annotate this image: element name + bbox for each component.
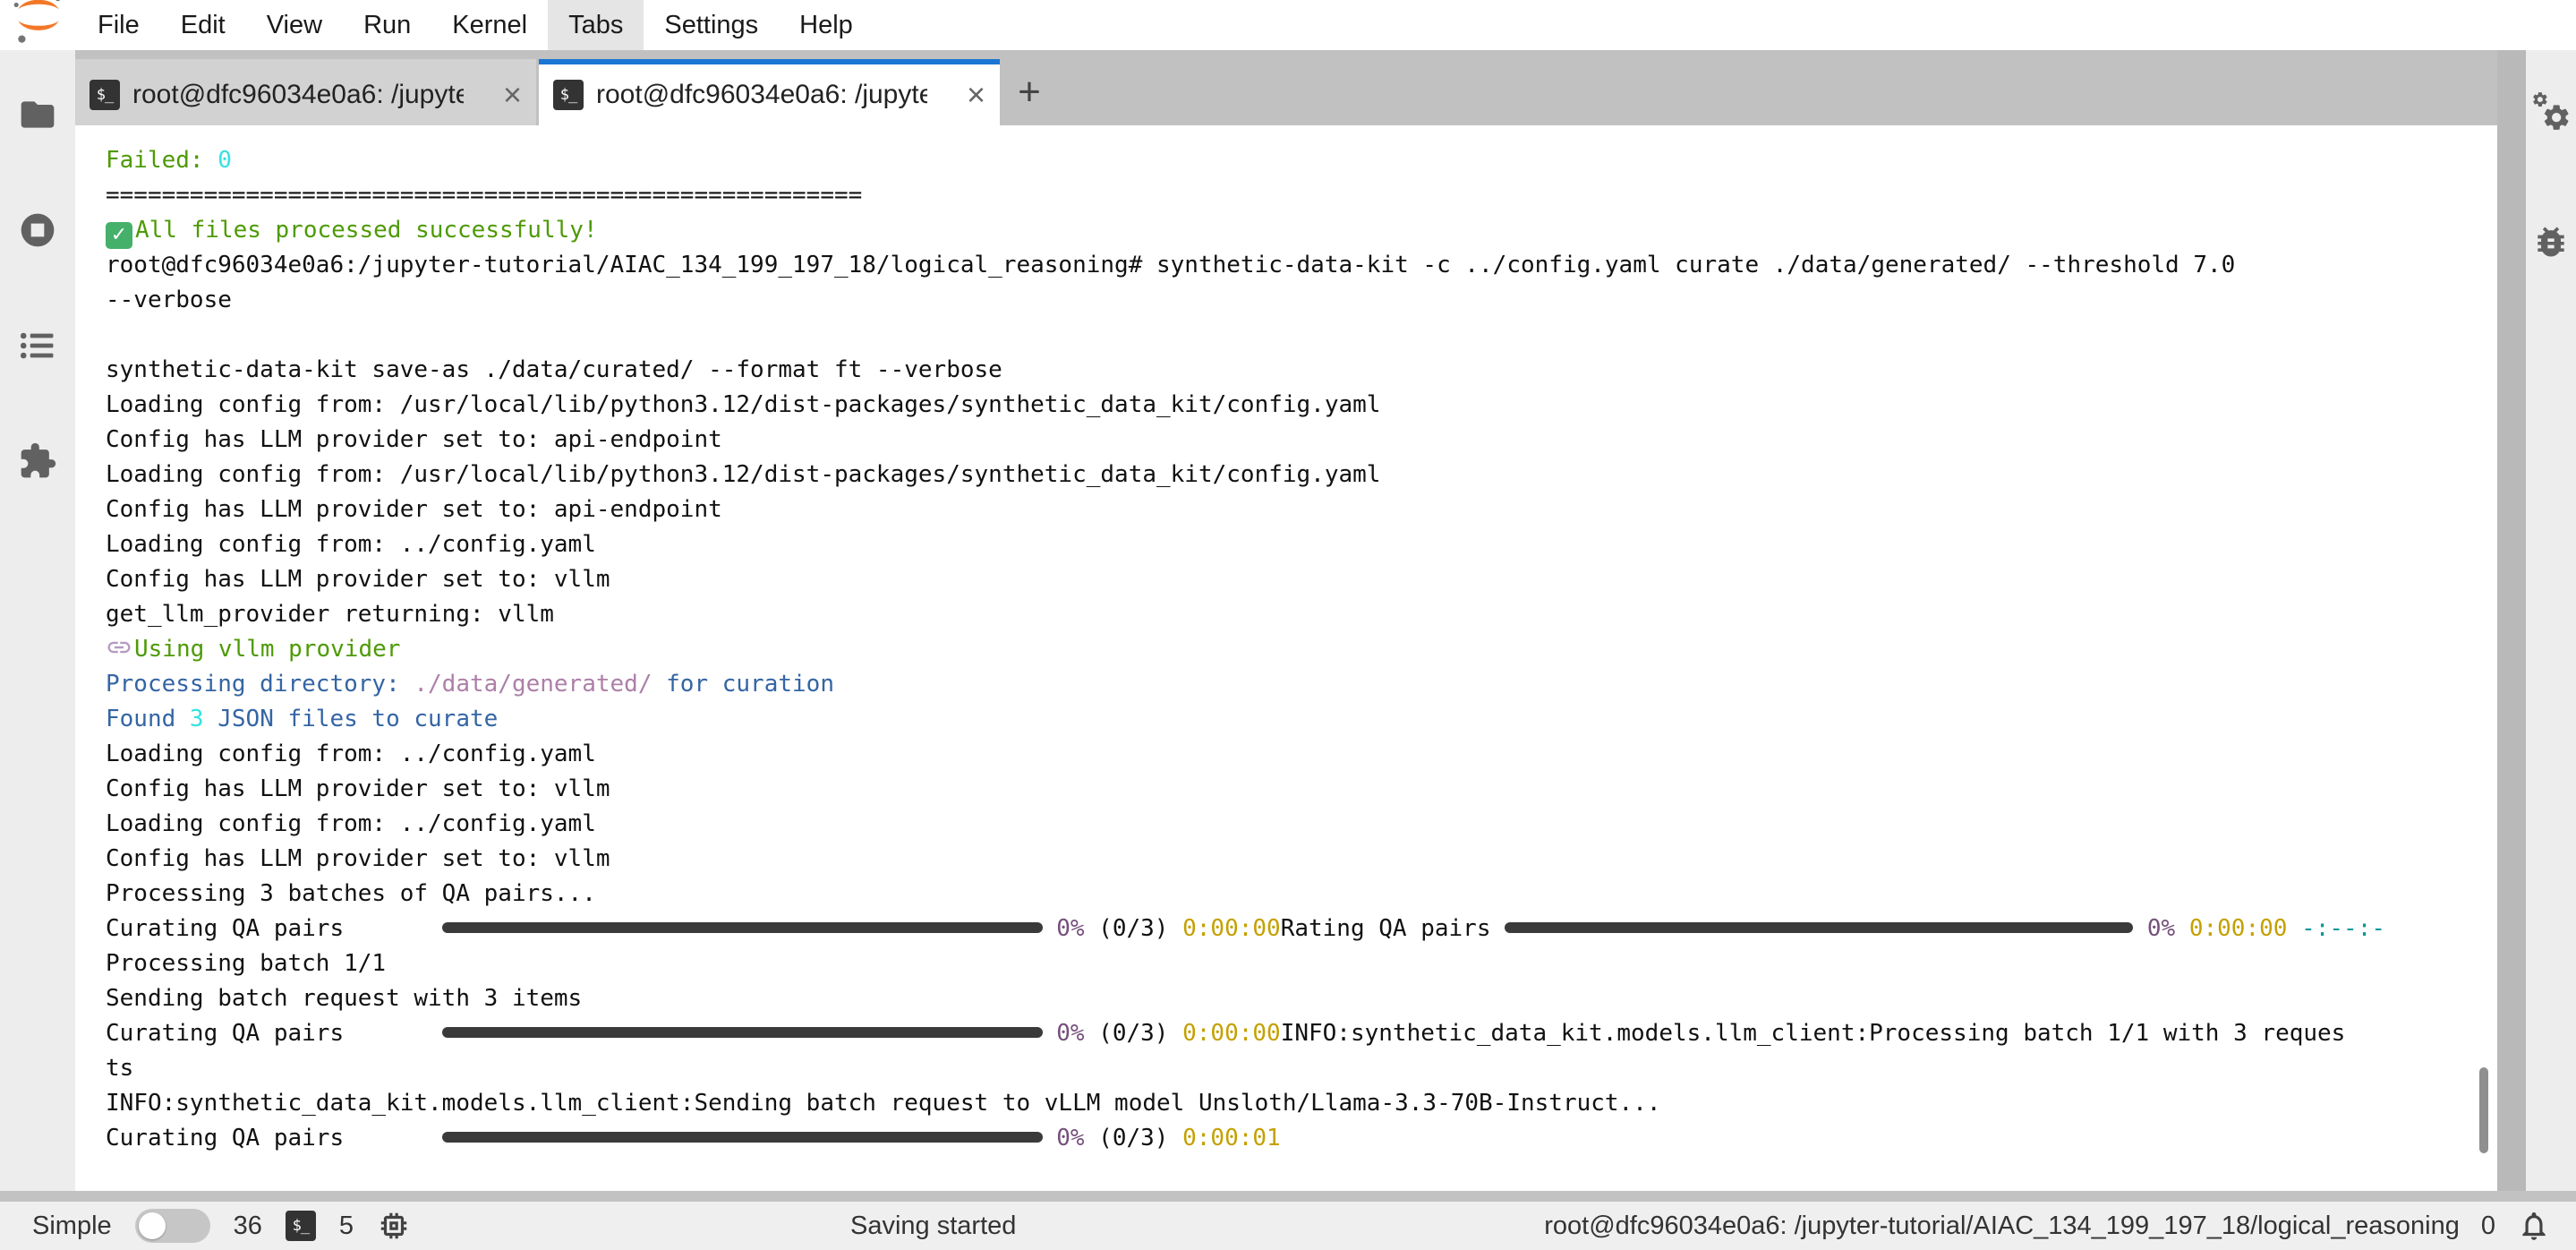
terminal-line: Config has LLM provider set to: vllm	[106, 842, 2497, 877]
bottom-band	[0, 1191, 2576, 1202]
bell-icon[interactable]	[2517, 1209, 2551, 1243]
link-emoji-icon	[106, 634, 132, 672]
menu-bar: FileEditViewRunKernelTabsSettingsHelp	[0, 0, 2576, 50]
right-sidebar	[2526, 50, 2576, 1191]
tab-close-icon[interactable]: ×	[503, 79, 522, 111]
menu-item-file[interactable]: File	[77, 0, 160, 50]
terminal-count[interactable]: 36	[234, 1211, 262, 1241]
terminal-line: Loading config from: ../config.yaml	[106, 737, 2497, 772]
table-of-contents-icon[interactable]	[18, 326, 57, 365]
jupyter-logo-icon	[11, 0, 66, 47]
terminal-line: Sending batch request with 3 items	[106, 981, 2497, 1016]
terminal-line: Curating QA pairs 0% (0/3) 0:00:00INFO:s…	[106, 1016, 2497, 1051]
current-path[interactable]: root@dfc96034e0a6: /jupyter-tutorial/AIA…	[1544, 1211, 2460, 1241]
terminal-line: Processing directory: ./data/generated/ …	[106, 667, 2497, 702]
tab-close-icon[interactable]: ×	[967, 79, 985, 111]
save-status: Saving started	[850, 1211, 1016, 1241]
progress-bar	[442, 1132, 1043, 1143]
menu-item-kernel[interactable]: Kernel	[431, 0, 548, 50]
property-inspector-gears-icon[interactable]	[2531, 92, 2571, 132]
toggle-knob	[139, 1212, 166, 1239]
status-bar: Simple 36 $_ 5 Saving started root@dfc96…	[0, 1202, 2576, 1250]
tab-label: root@dfc96034e0a6: /jupyte	[596, 80, 927, 110]
simple-mode-toggle[interactable]	[135, 1209, 210, 1243]
terminal-line: --verbose	[106, 283, 2497, 318]
terminal-line: Config has LLM provider set to: vllm	[106, 772, 2497, 807]
terminal-line: Loading config from: /usr/local/lib/pyth…	[106, 388, 2497, 423]
terminal-tab-1[interactable]: $_ root@dfc96034e0a6: /jupyte ×	[75, 59, 536, 125]
debugger-bug-icon[interactable]	[2531, 222, 2571, 261]
terminal-line: synthetic-data-kit save-as ./data/curate…	[106, 353, 2497, 388]
progress-bar	[442, 922, 1043, 933]
tab-label: root@dfc96034e0a6: /jupyte	[132, 80, 464, 110]
terminal-line: Processing batch 1/1	[106, 946, 2497, 981]
scrollbar-thumb[interactable]	[2479, 1067, 2488, 1153]
terminal-line	[106, 318, 2497, 353]
terminal-line: Curating QA pairs 0% (0/3) 0:00:01	[106, 1121, 2497, 1156]
menu-item-run[interactable]: Run	[343, 0, 431, 50]
check-emoji-icon: ✓	[106, 222, 132, 249]
kernel-count[interactable]: 5	[339, 1211, 354, 1241]
menu-item-view[interactable]: View	[246, 0, 343, 50]
extension-manager-icon[interactable]	[18, 441, 57, 481]
terminal-icon[interactable]: $_	[286, 1211, 316, 1241]
left-sidebar	[0, 50, 75, 1191]
terminal-line: Config has LLM provider set to: api-endp…	[106, 492, 2497, 527]
menu-item-settings[interactable]: Settings	[644, 0, 779, 50]
running-sessions-icon[interactable]	[18, 210, 57, 250]
file-browser-icon[interactable]	[18, 95, 57, 134]
terminal-line: Loading config from: ../config.yaml	[106, 527, 2497, 562]
terminal-line: Config has LLM provider set to: api-endp…	[106, 423, 2497, 458]
notification-count[interactable]: 0	[2481, 1211, 2495, 1241]
terminal-line: INFO:synthetic_data_kit.models.llm_clien…	[106, 1086, 2497, 1121]
menu-items: FileEditViewRunKernelTabsSettingsHelp	[77, 0, 874, 50]
terminal-line: ========================================…	[106, 178, 2497, 213]
tab-bar: $_ root@dfc96034e0a6: /jupyte × $_ root@dfc9…	[75, 50, 2497, 125]
terminal-line: Processing 3 batches of QA pairs...	[106, 877, 2497, 912]
terminal-icon: $_	[90, 80, 120, 110]
terminal-line: ts	[106, 1051, 2497, 1086]
terminal-line: Found 3 JSON files to curate	[106, 702, 2497, 737]
terminal-line: Loading config from: /usr/local/lib/pyth…	[106, 458, 2497, 492]
panel-gutter	[2497, 50, 2526, 1191]
progress-bar	[1505, 922, 2133, 933]
terminal-line: Using vllm provider	[106, 632, 2497, 667]
terminal-line: Config has LLM provider set to: vllm	[106, 562, 2497, 597]
jupyter-logo	[0, 0, 77, 50]
new-tab-button[interactable]: +	[1002, 59, 1056, 125]
terminal-line: get_llm_provider returning: vllm	[106, 597, 2497, 632]
main-area: $_ root@dfc96034e0a6: /jupyte × $_ root@dfc9…	[0, 50, 2576, 1191]
terminal-tab-2[interactable]: $_ root@dfc96034e0a6: /jupyte ×	[539, 59, 1000, 125]
terminal-line: ✓All files processed successfully!	[106, 213, 2497, 248]
terminal-line: root@dfc96034e0a6:/jupyter-tutorial/AIAC…	[106, 248, 2497, 283]
terminal-panel[interactable]: Failed: 0===============================…	[75, 125, 2497, 1191]
terminal-line: Curating QA pairs 0% (0/3) 0:00:00Rating…	[106, 912, 2497, 946]
kernel-chip-icon[interactable]	[377, 1209, 411, 1243]
terminal-line: Loading config from: ../config.yaml	[106, 807, 2497, 842]
simple-mode-label: Simple	[32, 1211, 112, 1241]
progress-bar	[442, 1027, 1043, 1038]
menu-item-help[interactable]: Help	[779, 0, 874, 50]
menu-item-edit[interactable]: Edit	[160, 0, 246, 50]
terminal-output: Failed: 0===============================…	[75, 125, 2497, 1156]
terminal-line: Failed: 0	[106, 143, 2497, 178]
menu-item-tabs[interactable]: Tabs	[548, 0, 644, 50]
terminal-icon: $_	[553, 80, 584, 110]
